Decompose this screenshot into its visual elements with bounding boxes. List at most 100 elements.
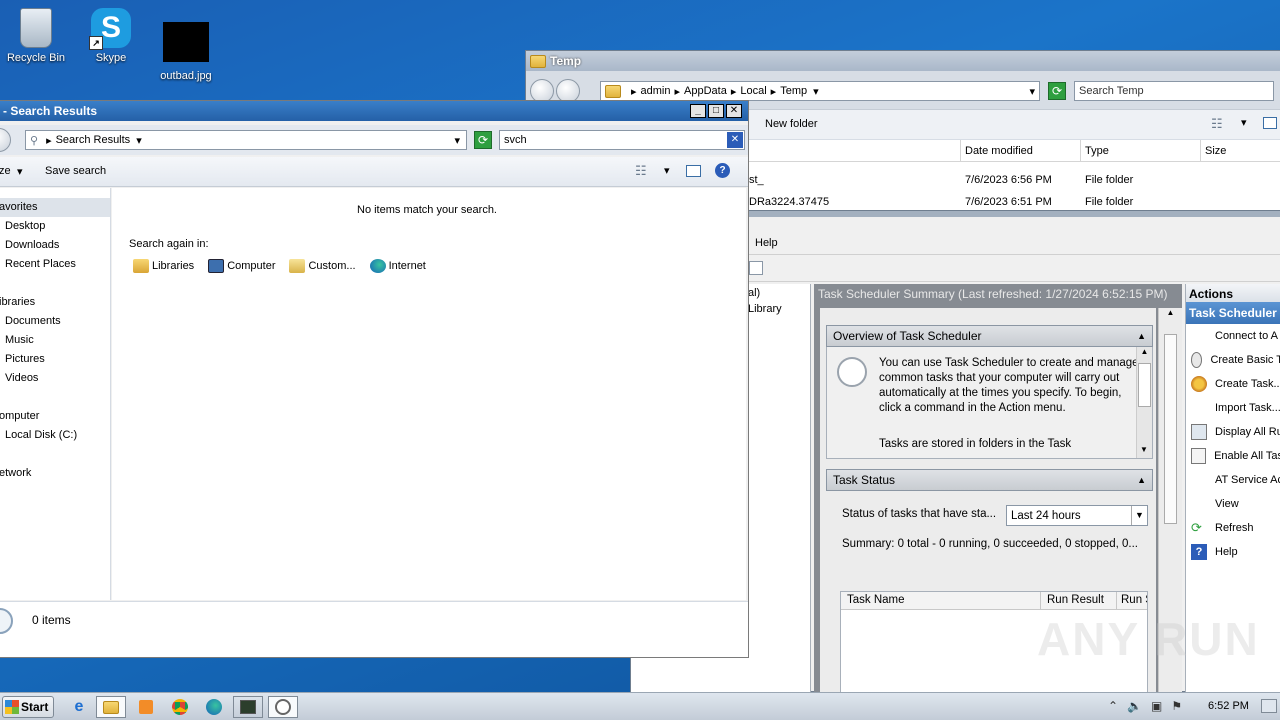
preview-pane-icon[interactable] [686,165,701,177]
new-folder-button[interactable]: New folder [765,118,818,130]
action-enable-all-history[interactable]: Enable All Tas [1186,444,1280,468]
sidebar-computer[interactable]: omputer [0,407,110,426]
ie-taskbar-button[interactable]: e [64,696,94,718]
search-again-custom[interactable]: Custom... [289,259,356,273]
collapse-icon[interactable]: ▲ [1137,470,1146,490]
sidebar-item-pictures[interactable]: Pictures [0,350,110,369]
task-scheduler-taskbar-button[interactable] [268,696,298,718]
action-help[interactable]: ? Help [1186,540,1280,564]
search-temp-input[interactable]: Search Temp [1074,81,1274,101]
sidebar-item-desktop[interactable]: Desktop [0,217,110,236]
action-display-all-running[interactable]: Display All Ru [1186,420,1280,444]
help-icon[interactable]: ? [715,163,730,178]
address-bar[interactable]: ⚲ ▸ Search Results ▾ ▾ [25,130,467,150]
desktop-icon-skype[interactable]: S ↗ Skype [75,8,147,64]
sidebar-item-music[interactable]: Music [0,331,110,350]
start-button[interactable]: Start [2,696,54,718]
breadcrumb-local[interactable]: Local [740,85,766,97]
chevron-down-icon[interactable]: ▾ [454,134,460,147]
chevron-down-icon[interactable]: ▾ [813,85,819,98]
cmd-taskbar-button[interactable] [233,696,263,718]
task-status-panel-header[interactable]: Task Status ▲ [826,469,1153,491]
breadcrumb-appdata[interactable]: AppData [684,85,727,97]
chrome-taskbar-button[interactable] [165,696,195,718]
view-options-icon[interactable]: ☷ [1211,116,1223,132]
sidebar-item-downloads[interactable]: Downloads [0,236,110,255]
action-connect[interactable]: Connect to A [1186,324,1280,348]
sidebar-libraries[interactable]: ibraries [0,293,110,312]
explorer-taskbar-button[interactable] [96,696,126,718]
navigation-pane[interactable]: avorites Desktop Downloads Recent Places… [0,188,111,600]
chevron-down-icon[interactable]: ▾ [664,164,670,177]
column-size[interactable]: Size [1201,140,1280,161]
sidebar-item-local-disk[interactable]: Local Disk (C:) [0,426,110,445]
chevron-down-icon[interactable]: ▾ [1029,85,1035,98]
column-date-modified[interactable]: Date modified [961,140,1081,161]
scroll-up-icon[interactable]: ▲ [1137,347,1152,361]
toolbar-icon[interactable] [749,261,763,275]
scroll-thumb[interactable] [1164,334,1177,524]
show-hidden-icons-icon[interactable]: ⌃ [1108,699,1118,713]
action-create-task[interactable]: Create Task... [1186,372,1280,396]
sidebar-network[interactable]: etwork [0,464,110,483]
breadcrumb-search-results[interactable]: Search Results [56,134,131,146]
action-refresh[interactable]: ⟳ Refresh [1186,516,1280,540]
desktop-icon-recycle-bin[interactable]: Recycle Bin [0,8,72,64]
search-input[interactable]: svch ✕ [499,130,745,150]
search-again-libraries[interactable]: Libraries [133,259,194,273]
actions-section-task-scheduler[interactable]: Task Scheduler [1186,302,1280,324]
network-icon[interactable]: ▣ [1151,699,1162,713]
maximize-button[interactable]: □ [708,104,724,118]
desktop-icon-outbad[interactable]: outbad.jpg [150,8,222,82]
volume-icon[interactable]: 🔈 [1127,699,1142,713]
breadcrumb-temp[interactable]: Temp [780,85,807,97]
chevron-down-icon[interactable]: ▾ [1241,116,1247,129]
save-search-button[interactable]: Save search [45,165,106,177]
sidebar-item-videos[interactable]: Videos [0,369,110,388]
minimize-button[interactable]: _ [690,104,706,118]
action-import-task[interactable]: Import Task... [1186,396,1280,420]
search-again-computer[interactable]: Computer [208,259,275,273]
chevron-down-icon[interactable]: ▾ [17,165,23,178]
breadcrumb-admin[interactable]: admin [641,85,671,97]
organize-button[interactable]: ze [0,165,11,177]
view-options-icon[interactable]: ☷ [635,163,647,179]
scroll-down-icon[interactable]: ▼ [1137,445,1151,458]
tree-item-local[interactable]: al) [748,287,760,299]
clock[interactable]: 6:52 PM [1208,700,1249,712]
sidebar-favorites[interactable]: avorites [0,198,110,217]
show-desktop-button[interactable] [1261,699,1277,713]
overview-panel-header[interactable]: Overview of Task Scheduler ▲ [826,325,1153,347]
sidebar-item-recent-places[interactable]: Recent Places [0,255,110,274]
collapse-icon[interactable]: ▲ [1137,326,1146,346]
column-run-result[interactable]: Run Result [1041,592,1117,609]
search-again-internet[interactable]: Internet [369,259,426,273]
close-button[interactable]: ✕ [726,104,742,118]
search-results-window[interactable]: - Search Results _ □ ✕ ⚲ ▸ Search Result… [0,100,749,658]
sidebar-item-documents[interactable]: Documents [0,312,110,331]
clear-search-icon[interactable]: ✕ [727,132,743,148]
action-at-service-account[interactable]: AT Service Ac [1186,468,1280,492]
scroll-up-icon[interactable]: ▲ [1159,308,1182,322]
column-type[interactable]: Type [1081,140,1201,161]
temp-titlebar[interactable]: Temp [526,51,1280,71]
status-period-select[interactable]: Last 24 hours ▼ [1006,505,1148,526]
media-player-taskbar-button[interactable] [131,696,161,718]
address-bar[interactable]: ▸ admin ▸ AppData ▸ Local ▸ Temp ▾ ▾ [600,81,1040,101]
tree-item-library[interactable]: Library [748,303,782,315]
back-button[interactable] [0,128,11,152]
search-titlebar[interactable]: - Search Results _ □ ✕ [0,101,748,121]
column-task-name[interactable]: Task Name [841,592,1041,609]
menu-help[interactable]: Help [755,237,778,249]
refresh-icon[interactable]: ⟳ [1048,82,1066,100]
column-run-start[interactable]: Run S [1117,592,1147,609]
chevron-down-icon[interactable]: ▼ [1131,506,1147,525]
overview-scrollbar[interactable]: ▲ ▼ [1136,347,1152,458]
edge-taskbar-button[interactable] [199,696,229,718]
scroll-thumb[interactable] [1138,363,1151,407]
action-create-basic-task[interactable]: Create Basic T [1186,348,1280,372]
refresh-icon[interactable]: ⟳ [474,131,492,149]
chevron-down-icon[interactable]: ▾ [136,134,142,147]
preview-pane-icon[interactable] [1263,117,1277,129]
results-pane[interactable]: No items match your search. Search again… [112,188,746,600]
